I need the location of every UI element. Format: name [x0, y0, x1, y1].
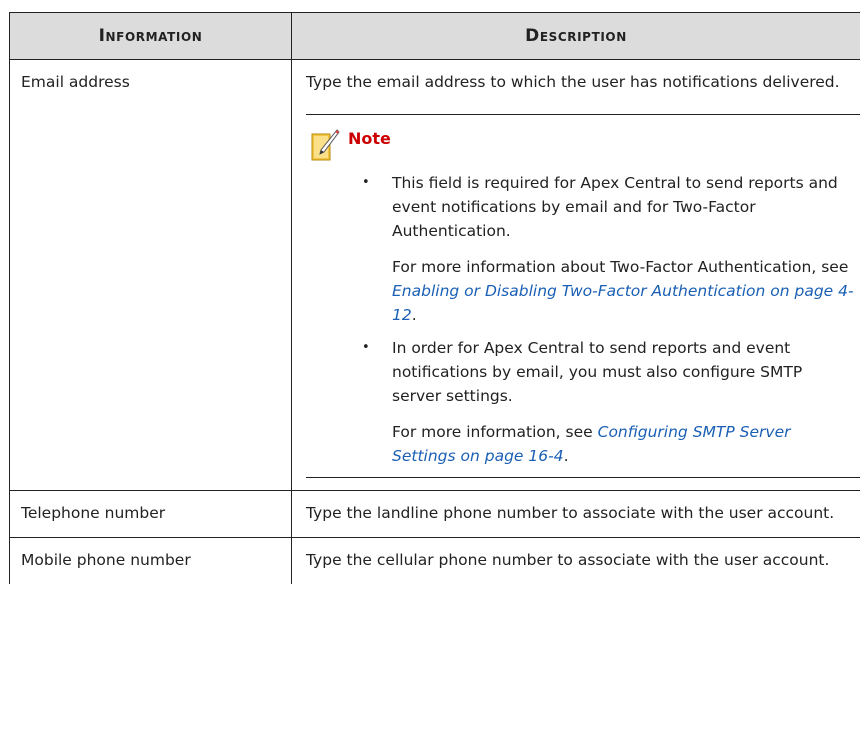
link-suffix: .: [411, 306, 417, 324]
note-block: Note • This field is required for Apex C…: [306, 114, 860, 478]
cell-description: Type the email address to which the user…: [291, 59, 860, 491]
table-row: Telephone number Type the landline phone…: [9, 490, 860, 538]
note-paragraph-link: For more information, see Configuring SM…: [392, 420, 856, 468]
note-paragraph: In order for Apex Central to send report…: [392, 339, 803, 405]
list-item: • This field is required for Apex Centra…: [362, 171, 856, 327]
cell-info: Telephone number: [9, 490, 292, 538]
cell-description: Type the landline phone number to associ…: [291, 490, 860, 538]
description-text: Type the email address to which the user…: [306, 73, 840, 91]
list-item: • In order for Apex Central to send repo…: [362, 336, 856, 468]
bullet-dot: •: [362, 340, 370, 355]
note-paragraph-link: For more information about Two-Factor Au…: [392, 255, 856, 327]
link-prefix: For more information, see: [392, 423, 598, 441]
cell-description: Type the cellular phone number to associ…: [291, 537, 860, 584]
note-divider: [306, 114, 860, 115]
note-divider: [306, 477, 860, 478]
table-row: Mobile phone number Type the cellular ph…: [9, 537, 860, 584]
cell-info: Email address: [9, 59, 292, 491]
header-description: Description: [291, 12, 860, 60]
note-title: Note: [348, 129, 391, 148]
bullet-dot: •: [362, 175, 370, 190]
table-row: Email address Type the email address to …: [9, 59, 860, 491]
link-prefix: For more information about Two-Factor Au…: [392, 258, 849, 276]
cell-info: Mobile phone number: [9, 537, 292, 584]
link-suffix: .: [563, 447, 569, 465]
information-table: Information Description Email address Ty…: [9, 12, 860, 584]
note-header: Note: [310, 123, 856, 167]
note-list: • This field is required for Apex Centra…: [306, 171, 856, 468]
link-two-factor-authentication[interactable]: Enabling or Disabling Two-Factor Authent…: [392, 282, 854, 324]
header-information: Information: [9, 12, 292, 60]
table-header-row: Information Description: [9, 12, 860, 60]
note-paragraph: This field is required for Apex Central …: [392, 174, 838, 240]
note-pencil-icon: [311, 129, 340, 161]
